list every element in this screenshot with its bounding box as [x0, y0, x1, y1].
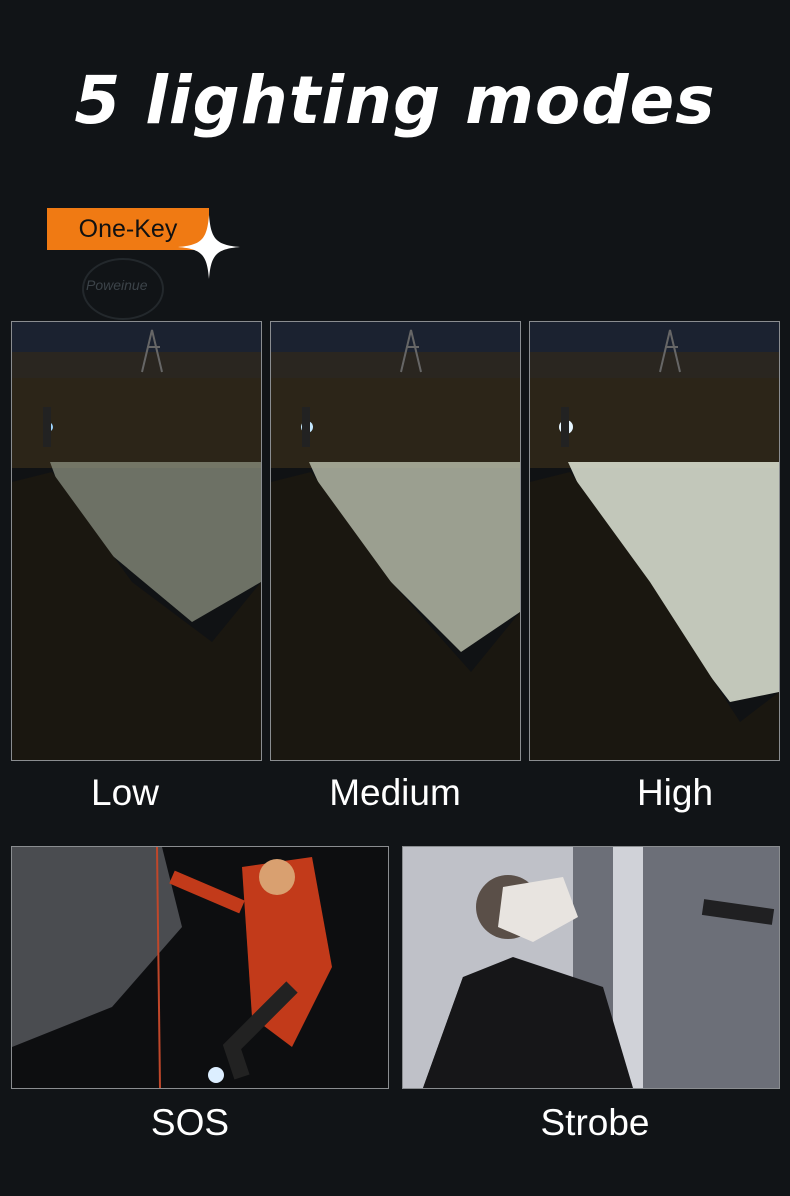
- sparkle-icon: [178, 215, 240, 279]
- page-title: 5 lighting modes: [74, 62, 716, 139]
- mode-label-medium: Medium: [329, 772, 461, 813]
- mode-photo-medium: [270, 321, 521, 761]
- mode-photo-high: [529, 321, 780, 761]
- mode-label-high: High: [636, 772, 714, 813]
- watermark-logo: Poweinue: [86, 277, 148, 293]
- mode-photo-low: [11, 321, 262, 761]
- mode-photo-strobe: [402, 846, 780, 1089]
- mode-label-sos: SOS: [150, 1102, 230, 1143]
- mode-photo-sos: [11, 846, 389, 1089]
- mode-label-low: Low: [91, 772, 159, 813]
- mode-label-strobe: Strobe: [540, 1102, 650, 1143]
